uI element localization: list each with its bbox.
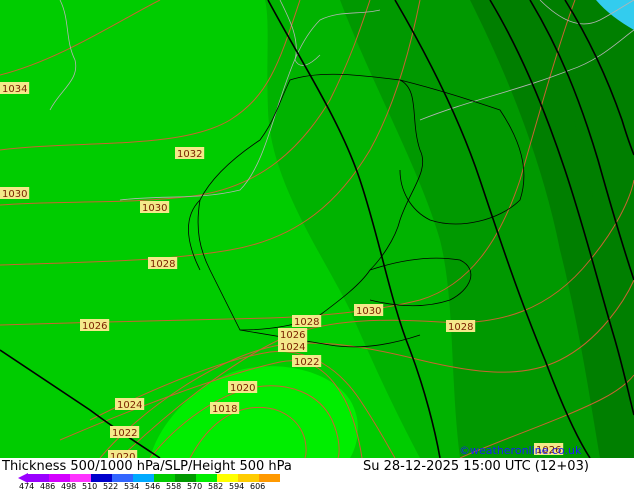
valid-time: Su 28-12-2025 15:00 UTC (12+03)	[363, 459, 589, 474]
pressure-label: 1024	[117, 400, 142, 411]
map-canvas: 103410321030103010281026 1028102610241022…	[0, 0, 634, 458]
scale-swatch	[112, 474, 133, 482]
pressure-label: 1022	[112, 428, 137, 439]
pressure-label: 1030	[142, 203, 167, 214]
scale-swatch	[70, 474, 91, 482]
pressure-label: 1028	[294, 317, 319, 328]
pressure-label: 1026	[82, 321, 107, 332]
scale-swatch	[154, 474, 175, 482]
pressure-label: 1028	[448, 322, 473, 333]
scale-swatch	[28, 474, 49, 482]
pressure-label: 1022	[294, 357, 319, 368]
scale-swatch	[259, 474, 280, 482]
pressure-label: 1028	[150, 259, 175, 270]
scale-swatch	[49, 474, 70, 482]
pressure-label: 1018	[212, 404, 237, 415]
weather-map: 1034 1032 1030 1030 1028 1026 1028 1026 1024 1022…	[0, 0, 634, 458]
footer: ©weatheronline.co.uk Thickness 500/1000 …	[0, 444, 634, 491]
credit-link[interactable]: ©weatheronline.co.uk	[459, 444, 581, 457]
pressure-label: 1026	[280, 330, 305, 341]
pressure-label: 1034	[2, 84, 27, 95]
pressure-label: 1024	[280, 342, 305, 353]
map-title: Thickness 500/1000 hPa/SLP/Height 500 hP…	[2, 459, 292, 474]
pressure-label: 1030	[2, 189, 27, 200]
scale-swatch	[91, 474, 112, 482]
scale-swatch	[133, 474, 154, 482]
scale-swatch	[196, 474, 217, 482]
pressure-label: 1032	[177, 149, 202, 160]
scale-swatch	[238, 474, 259, 482]
pressure-label: 1030	[356, 306, 381, 317]
scale-swatch	[217, 474, 238, 482]
pressure-label: 1020	[230, 383, 255, 394]
scale-swatch	[175, 474, 196, 482]
